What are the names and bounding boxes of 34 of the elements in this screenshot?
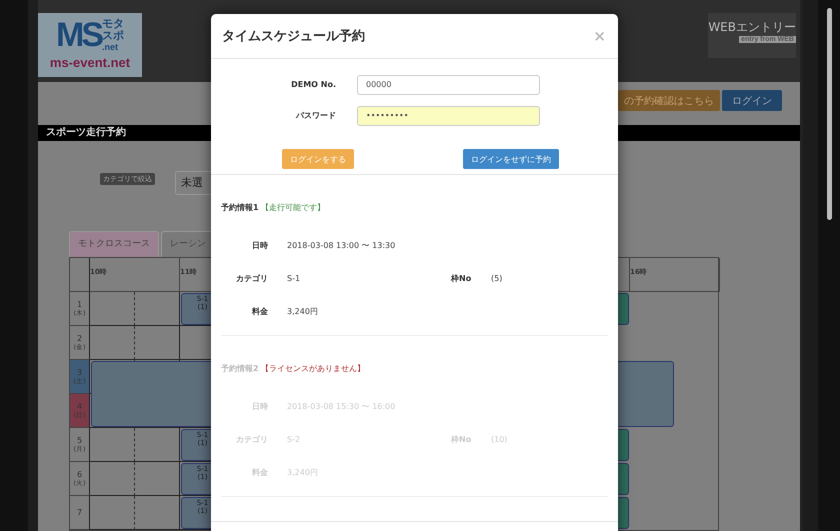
slot-value: (5) [491, 274, 502, 283]
fee-label: 料金 [250, 306, 268, 317]
grid-cell [135, 326, 180, 360]
input-field[interactable]: 00000 [357, 74, 540, 94]
grid-cell [135, 462, 180, 496]
reservation-status: 【走行可能です】 [261, 203, 326, 212]
date-value: 2018-03-08 13:00 〜 13:30 [287, 240, 396, 251]
slot-label: 枠No [451, 273, 472, 284]
day-cell: 7 [70, 496, 90, 530]
grid-cell [135, 292, 180, 326]
course-tab[interactable]: モトクロスコース [69, 231, 159, 257]
fee-value: 3,240円 [287, 306, 318, 317]
reservation-status: 【ライセンスがありません】 [261, 364, 366, 373]
field-label: パスワード [294, 110, 336, 121]
grid-cell [90, 428, 135, 462]
date-label: 日時 [251, 240, 268, 251]
reservation-check-button[interactable]: の予約確認はこちら [618, 90, 720, 111]
login-button[interactable]: ログイン [722, 90, 782, 111]
grid-cell [90, 462, 135, 496]
field-label: DEMO No. [290, 80, 336, 89]
close-button[interactable]: × [591, 27, 608, 45]
login-submit-button[interactable]: ログインをする [282, 149, 354, 169]
category-value: S-1 [287, 274, 302, 283]
category-label: カテゴリ [235, 273, 268, 284]
reservation-title: 予約情報1 [221, 203, 259, 212]
reservation-title: 予約情報2 [221, 364, 259, 373]
scrollbar[interactable] [827, 8, 832, 220]
dialog-title: タイムスケジュール予約 [222, 28, 365, 45]
reserve-without-login-button[interactable]: ログインをせずに予約 [463, 149, 559, 169]
grid-cell [90, 496, 135, 530]
grid-cell [90, 292, 135, 326]
grid-cell [135, 496, 180, 530]
input-field[interactable]: ••••••••• [357, 106, 540, 126]
grid-cell [135, 428, 180, 462]
